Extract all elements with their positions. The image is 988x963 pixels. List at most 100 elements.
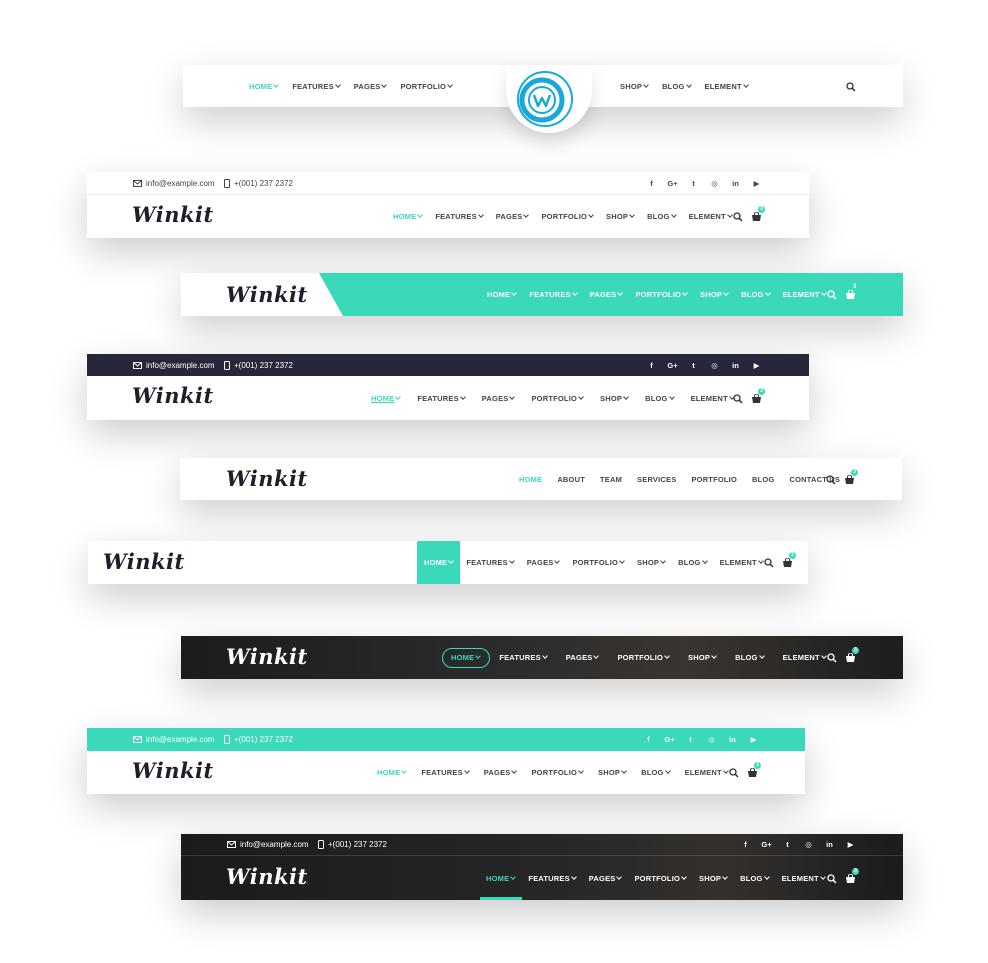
nav-home[interactable]: HOME bbox=[377, 768, 408, 777]
search-icon[interactable] bbox=[827, 874, 837, 884]
search-icon[interactable] bbox=[733, 212, 743, 222]
logo[interactable]: Winkit bbox=[132, 204, 214, 225]
nav-features[interactable]: FEATURES bbox=[421, 768, 470, 777]
logo[interactable]: Winkit bbox=[226, 468, 308, 489]
email-contact[interactable]: info@example.com bbox=[227, 840, 309, 849]
nav-shop[interactable]: SHOP bbox=[620, 82, 649, 91]
nav-services[interactable]: SERVICES bbox=[637, 475, 676, 484]
cart-icon[interactable] bbox=[845, 874, 856, 884]
nav-features[interactable]: FEATURES bbox=[529, 290, 578, 299]
cart-icon[interactable] bbox=[845, 290, 856, 300]
nav-pages[interactable]: PAGES bbox=[496, 212, 530, 221]
facebook-icon[interactable]: f bbox=[641, 179, 662, 188]
nav-features[interactable]: FEATURES bbox=[499, 653, 548, 662]
nav-shop[interactable]: SHOP bbox=[699, 874, 728, 883]
nav-blog[interactable]: BLOG bbox=[735, 653, 765, 662]
nav-features[interactable]: FEATURES bbox=[528, 874, 577, 883]
nav-portfolio[interactable]: PORTFOLIO bbox=[617, 653, 670, 662]
nav-portfolio[interactable]: PORTFOLIO bbox=[691, 475, 737, 484]
cart-icon[interactable] bbox=[845, 653, 856, 663]
nav-team[interactable]: TEAM bbox=[600, 475, 622, 484]
instagram-icon[interactable]: ◎ bbox=[704, 179, 725, 188]
phone-contact[interactable]: +(001) 237 2372 bbox=[318, 840, 387, 849]
nav-element[interactable]: ELEMENT bbox=[720, 558, 764, 567]
nav-pages[interactable]: PAGES bbox=[590, 290, 624, 299]
nav-features[interactable]: FEATURES bbox=[435, 212, 484, 221]
nav-shop[interactable]: SHOP bbox=[598, 768, 627, 777]
circle-logo-icon[interactable] bbox=[515, 69, 575, 129]
search-icon[interactable] bbox=[733, 394, 743, 404]
nav-blog[interactable]: BLOG bbox=[645, 394, 675, 403]
google-plus-icon[interactable]: G+ bbox=[756, 840, 777, 849]
search-icon[interactable] bbox=[729, 768, 739, 778]
cart-icon[interactable] bbox=[782, 558, 793, 568]
nav-home[interactable]: HOME bbox=[451, 653, 482, 662]
nav-shop[interactable]: SHOP bbox=[688, 653, 717, 662]
nav-home[interactable]: HOME bbox=[486, 874, 517, 883]
search-icon[interactable] bbox=[826, 475, 836, 485]
email-contact[interactable]: info@example.com bbox=[133, 179, 215, 188]
nav-blog[interactable]: BLOG bbox=[741, 290, 771, 299]
nav-pages[interactable]: PAGES bbox=[354, 82, 388, 91]
logo[interactable]: Winkit bbox=[132, 385, 214, 406]
nav-shop[interactable]: SHOP bbox=[637, 558, 666, 567]
nav-home[interactable]: HOME bbox=[519, 475, 542, 484]
nav-pages[interactable]: PAGES bbox=[589, 874, 623, 883]
nav-portfolio[interactable]: PORTFOLIO bbox=[572, 558, 625, 567]
twitter-icon[interactable]: t bbox=[680, 735, 701, 744]
nav-element[interactable]: ELEMENT bbox=[691, 394, 735, 403]
logo[interactable]: Winkit bbox=[226, 284, 308, 305]
nav-element[interactable]: ELEMENT bbox=[783, 290, 827, 299]
nav-blog[interactable]: BLOG bbox=[740, 874, 770, 883]
linkedin-icon[interactable]: in bbox=[725, 361, 746, 370]
phone-contact[interactable]: +(001) 237 2372 bbox=[224, 178, 293, 188]
instagram-icon[interactable]: ◎ bbox=[701, 735, 722, 744]
nav-portfolio[interactable]: PORTFOLIO bbox=[531, 394, 584, 403]
nav-element[interactable]: ELEMENT bbox=[782, 874, 826, 883]
facebook-icon[interactable]: f bbox=[638, 735, 659, 744]
youtube-icon[interactable]: ▶ bbox=[746, 179, 767, 188]
nav-element[interactable]: ELEMENT bbox=[783, 653, 827, 662]
search-icon[interactable] bbox=[827, 290, 837, 300]
cart-icon[interactable] bbox=[751, 394, 762, 404]
facebook-icon[interactable]: f bbox=[641, 361, 662, 370]
nav-element[interactable]: ELEMENT bbox=[685, 768, 729, 777]
google-plus-icon[interactable]: G+ bbox=[662, 361, 683, 370]
nav-features[interactable]: FEATURES bbox=[466, 558, 515, 567]
instagram-icon[interactable]: ◎ bbox=[704, 361, 725, 370]
nav-home[interactable]: HOME bbox=[393, 212, 424, 221]
nav-home[interactable]: HOME bbox=[249, 82, 280, 91]
nav-pages[interactable]: PAGES bbox=[482, 394, 516, 403]
nav-features[interactable]: FEATURES bbox=[417, 394, 466, 403]
instagram-icon[interactable]: ◎ bbox=[798, 840, 819, 849]
search-icon[interactable] bbox=[764, 558, 774, 568]
google-plus-icon[interactable]: G+ bbox=[662, 179, 683, 188]
nav-blog[interactable]: BLOG bbox=[752, 475, 774, 484]
twitter-icon[interactable]: t bbox=[683, 179, 704, 188]
cart-icon[interactable] bbox=[751, 212, 762, 222]
nav-shop[interactable]: SHOP bbox=[700, 290, 729, 299]
nav-element[interactable]: ELEMENT bbox=[689, 212, 733, 221]
linkedin-icon[interactable]: in bbox=[722, 735, 743, 744]
nav-pages[interactable]: PAGES bbox=[484, 768, 518, 777]
nav-shop[interactable]: SHOP bbox=[606, 212, 635, 221]
cart-icon[interactable] bbox=[844, 475, 855, 485]
youtube-icon[interactable]: ▶ bbox=[746, 361, 767, 370]
nav-features[interactable]: FEATURES bbox=[292, 82, 341, 91]
logo[interactable]: Winkit bbox=[226, 866, 308, 887]
twitter-icon[interactable]: t bbox=[777, 840, 798, 849]
nav-portfolio[interactable]: PORTFOLIO bbox=[400, 82, 453, 91]
cart-icon[interactable] bbox=[747, 768, 758, 778]
twitter-icon[interactable]: t bbox=[683, 361, 704, 370]
nav-pages[interactable]: PAGES bbox=[566, 653, 600, 662]
nav-portfolio[interactable]: PORTFOLIO bbox=[541, 212, 594, 221]
youtube-icon[interactable]: ▶ bbox=[743, 735, 764, 744]
nav-portfolio[interactable]: PORTFOLIO bbox=[634, 874, 687, 883]
email-contact[interactable]: info@example.com bbox=[133, 361, 215, 370]
search-icon[interactable] bbox=[846, 82, 856, 92]
logo[interactable]: Winkit bbox=[226, 646, 308, 667]
phone-contact[interactable]: +(001) 237 2372 bbox=[224, 735, 293, 744]
nav-about[interactable]: ABOUT bbox=[557, 475, 585, 484]
email-contact[interactable]: info@example.com bbox=[133, 735, 215, 744]
nav-shop[interactable]: SHOP bbox=[600, 394, 629, 403]
